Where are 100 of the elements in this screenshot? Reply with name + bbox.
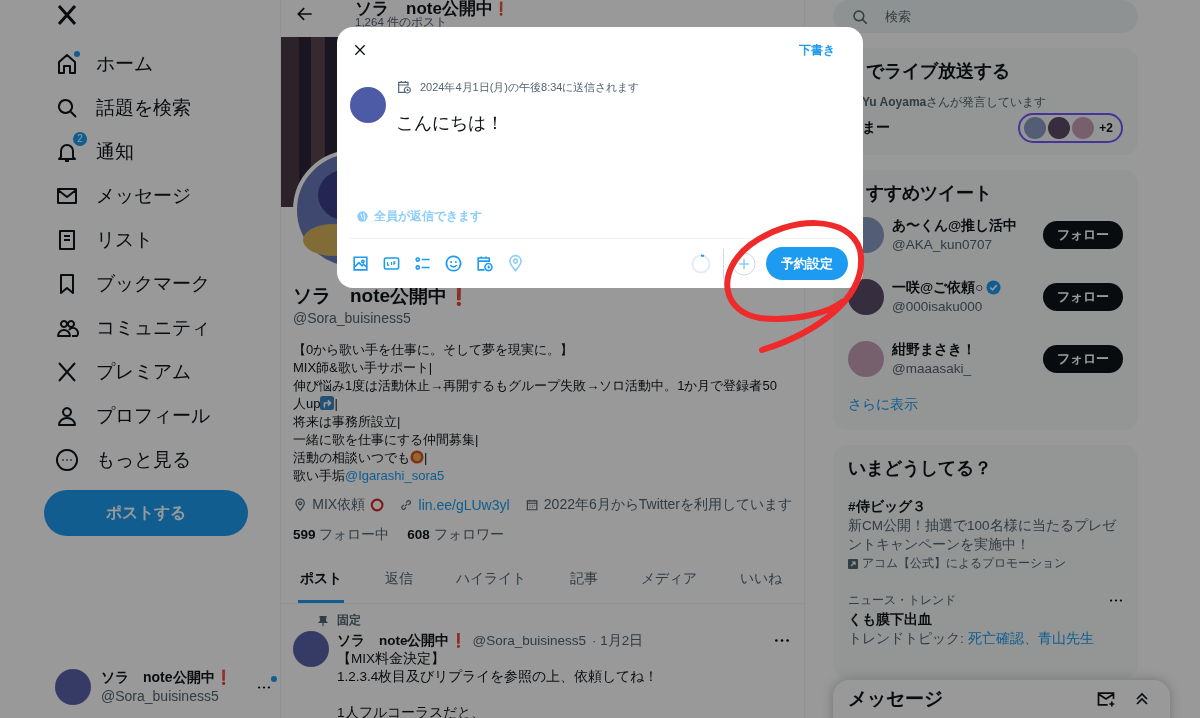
home-icon bbox=[55, 52, 79, 76]
search-icon bbox=[55, 96, 79, 120]
name-mark: ❗ bbox=[214, 669, 232, 685]
profile-handle: @Sora_buisiness5 bbox=[293, 309, 412, 328]
pinned-label: 固定 bbox=[337, 612, 361, 629]
bio-separator: | bbox=[424, 450, 428, 465]
x-logo-icon bbox=[55, 360, 79, 384]
user-name: 紺野まさき！ bbox=[892, 341, 976, 359]
following-count-link[interactable]: 599 フォロー中 bbox=[293, 526, 390, 544]
card-title: いまどうしてる？ bbox=[848, 457, 993, 479]
space-title: まー bbox=[862, 119, 890, 137]
calendar-icon bbox=[524, 497, 539, 513]
sidebar-item[interactable]: プロフィール bbox=[44, 394, 220, 438]
author-name: ソラ note公開中 bbox=[337, 632, 450, 650]
emoji-icon bbox=[410, 450, 424, 464]
avatar bbox=[1024, 117, 1047, 139]
location-text: MIX依頼 bbox=[312, 496, 366, 514]
profile-tab[interactable]: ハイライト bbox=[454, 558, 529, 603]
schedule-text: 2024年4月1日(月)の午後8:34に送信されます bbox=[420, 79, 640, 95]
sidebar-item[interactable]: もっと見る bbox=[44, 438, 201, 482]
bio-line: 伸び悩み1度は活動休止→再開するもグループ失敗→ソロ活動中。1か月で登録者50 bbox=[293, 378, 777, 393]
arrow-emoji-icon bbox=[320, 396, 335, 410]
bio-line: 将来は事務所設立| bbox=[293, 414, 401, 429]
bio-separator: | bbox=[334, 396, 338, 411]
schedule-icon[interactable] bbox=[475, 254, 494, 273]
user-handle: @AKA_kun0707 bbox=[892, 236, 994, 254]
user-handle: @maaasaki_ bbox=[892, 360, 972, 378]
sidebar-item[interactable]: プレミアム bbox=[44, 350, 201, 394]
sidebar-item[interactable]: メッセージ bbox=[44, 174, 201, 218]
sidebar-item[interactable]: コミュニティ bbox=[44, 306, 220, 350]
account-handle: @Sora_buisiness5 bbox=[101, 687, 220, 706]
compose-field[interactable]: こんにちは！ bbox=[396, 111, 640, 135]
extra-count: +2 bbox=[1099, 121, 1113, 135]
avatar bbox=[350, 87, 386, 123]
messages-drawer[interactable]: メッセージ bbox=[833, 680, 1170, 718]
avatar bbox=[293, 631, 329, 667]
more-icon[interactable] bbox=[774, 638, 790, 643]
notification-badge: 2 bbox=[73, 132, 87, 146]
schedule-icon bbox=[396, 79, 412, 95]
profile-tab[interactable]: 返信 bbox=[383, 558, 416, 603]
poll-icon[interactable] bbox=[413, 254, 432, 273]
bio-line: 歌い手垢 bbox=[293, 468, 345, 483]
user-handle: @000isaku000 bbox=[892, 298, 984, 316]
post-date: · 1月2日 bbox=[592, 632, 644, 650]
account-name: ソラ note公開中 bbox=[101, 669, 215, 685]
add-post-icon[interactable] bbox=[732, 251, 756, 276]
character-progress-ring bbox=[691, 253, 711, 274]
host-text: Yu Aoyamaさんが発言しています bbox=[862, 94, 1048, 111]
follow-button[interactable]: フォロー bbox=[1043, 345, 1123, 373]
joined-date: 2022年6月からTwitterを利用しています bbox=[543, 496, 792, 514]
user-name: あ〜くん@推し活中 bbox=[892, 217, 1018, 235]
bio-line: 一緒に歌を仕事にする仲間募集| bbox=[293, 432, 479, 447]
profile-tab[interactable]: メディア bbox=[638, 558, 699, 603]
trend-title[interactable]: くも膜下出血 bbox=[848, 610, 1123, 629]
card-title: でライブ放送する bbox=[866, 60, 1011, 82]
name-mark: ❗ bbox=[449, 632, 467, 650]
avatar bbox=[1048, 117, 1071, 139]
avatar bbox=[1072, 117, 1095, 139]
x-logo-icon[interactable] bbox=[55, 3, 79, 27]
search-icon bbox=[851, 7, 869, 26]
location-pin-icon bbox=[293, 497, 308, 513]
user-name: 一咲@ご依頼○ bbox=[892, 279, 984, 297]
bio-line: 人up bbox=[293, 396, 321, 411]
sidebar-item[interactable]: 2 通知 bbox=[44, 130, 144, 174]
image-icon[interactable] bbox=[351, 254, 370, 273]
post-text: 【MIX料金決定】 1.2.3.4枚目及びリプライを参照の上、依頼してね！ bbox=[337, 650, 660, 686]
sidebar-item[interactable]: ブックマーク bbox=[44, 262, 220, 306]
follow-button[interactable]: フォロー bbox=[1043, 221, 1123, 249]
profile-tab[interactable]: 記事 bbox=[567, 558, 600, 603]
gif-icon[interactable] bbox=[382, 254, 401, 273]
author-handle: @Sora_buisiness5 bbox=[472, 632, 587, 650]
profile-tab[interactable]: ポスト bbox=[298, 558, 344, 603]
more-icon[interactable] bbox=[257, 684, 271, 690]
promotion-label: アコム【公式】によるプロモーション bbox=[862, 555, 1066, 572]
profile-tab[interactable]: いいね bbox=[737, 558, 784, 603]
bio-line: MIX師&歌い手サポート| bbox=[293, 360, 433, 375]
new-message-icon[interactable] bbox=[1096, 689, 1116, 709]
sidebar-item[interactable]: 話題を検索 bbox=[44, 86, 201, 130]
sidebar-item[interactable]: ホーム bbox=[44, 42, 163, 86]
more-icon bbox=[55, 448, 79, 472]
ring-icon bbox=[370, 497, 385, 513]
emoji-icon[interactable] bbox=[444, 254, 463, 273]
name-mark: ❗ bbox=[492, 1, 509, 16]
search-field[interactable]: 検索 bbox=[833, 0, 1138, 33]
follow-button[interactable]: フォロー bbox=[1043, 283, 1123, 311]
person-icon bbox=[55, 404, 79, 428]
participants-pill[interactable]: +2 bbox=[1018, 113, 1123, 143]
avatar bbox=[55, 669, 91, 705]
followers-count-link[interactable]: 608 フォロワー bbox=[407, 526, 504, 544]
bio-line: 活動の相談いつでも bbox=[293, 450, 410, 465]
promoted-icon bbox=[848, 558, 858, 569]
header-name: ソラ note公開中 bbox=[355, 0, 493, 18]
trend-title[interactable]: #侍ビッグ３ bbox=[848, 497, 1123, 516]
close-icon[interactable] bbox=[352, 42, 368, 58]
post-count: 1,264 件のポスト bbox=[355, 17, 447, 27]
topics-label: トレンドトピック: bbox=[848, 631, 964, 646]
avatar bbox=[848, 341, 884, 377]
sidebar-item[interactable]: リスト bbox=[44, 218, 163, 262]
more-icon[interactable] bbox=[1109, 598, 1123, 603]
drawer-title: メッセージ bbox=[848, 687, 944, 711]
